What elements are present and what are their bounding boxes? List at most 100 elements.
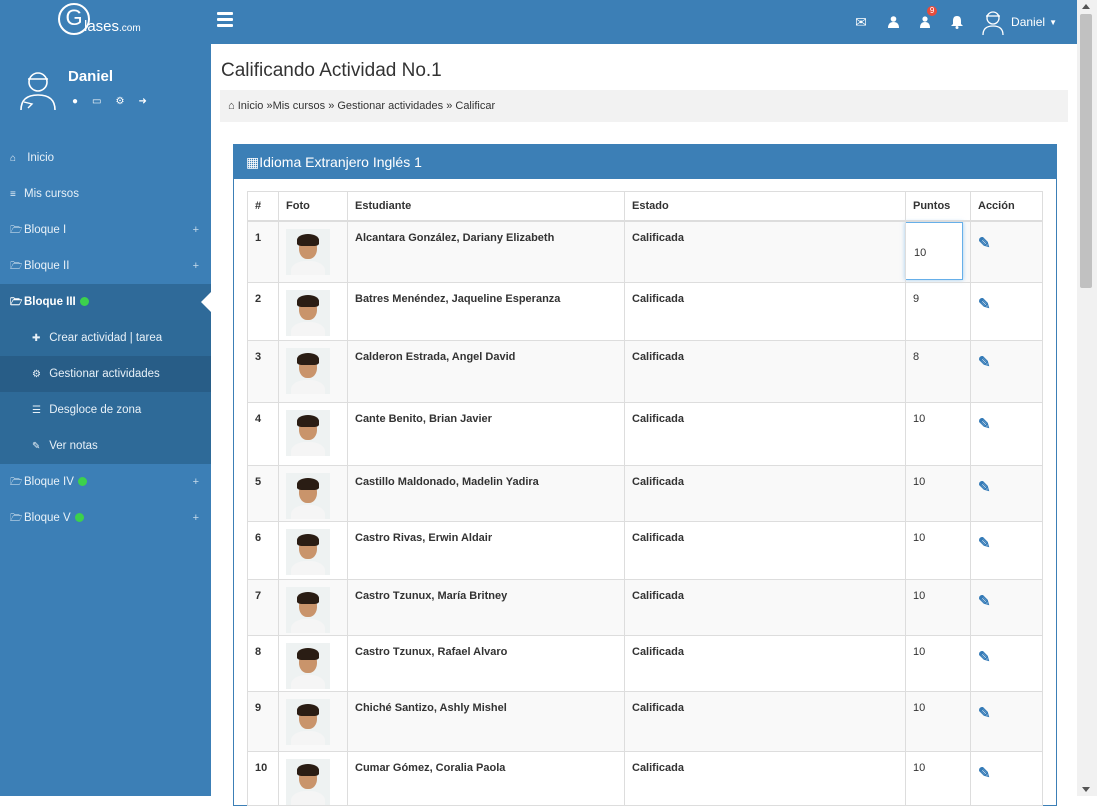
action-cell: ✎	[970, 281, 1043, 341]
points-value[interactable]: 9	[913, 293, 919, 305]
sidebar-sub-gestionar-actividades[interactable]: ⚙ Gestionar actividades	[0, 356, 211, 392]
edit-icon[interactable]: ✎	[978, 704, 991, 722]
student-photo	[286, 409, 330, 456]
edit-icon[interactable]: ✎	[978, 353, 991, 371]
sidebar-item-bloque-i[interactable]: 🗁 Bloque I +	[0, 212, 211, 248]
action-cell: ✎	[970, 750, 1043, 806]
status-text: Calificada	[624, 220, 906, 283]
scroll-thumb[interactable]	[1080, 14, 1092, 288]
points-cell: 10	[905, 578, 971, 636]
edit-icon[interactable]: ✎	[978, 295, 991, 313]
plus-icon: +	[192, 224, 199, 236]
online-dot	[77, 477, 87, 487]
photo-cell	[278, 281, 348, 341]
student-photo	[286, 289, 330, 336]
home-icon[interactable]: ⌂	[228, 100, 235, 112]
row-number: 4	[247, 401, 279, 466]
scrollbar[interactable]	[1077, 0, 1097, 796]
row-number: 1	[247, 220, 279, 283]
points-cell: 10	[905, 220, 971, 283]
scroll-down-icon[interactable]	[1082, 787, 1090, 792]
photo-cell	[278, 401, 348, 466]
sign-out-icon[interactable]: ➜	[138, 96, 146, 107]
brand-logo[interactable]: G lases.com	[0, 0, 211, 44]
row-number: 5	[247, 464, 279, 522]
sidebar-profile: Daniel ● ▭ ⚙ ➜	[0, 44, 211, 140]
points-cell: 9	[905, 281, 971, 341]
gear-icon[interactable]: ⚙	[116, 96, 125, 107]
table-row: 5 Castillo Maldonado, Madelin Yadira Calif…	[247, 464, 1043, 522]
bell-icon[interactable]	[947, 12, 967, 32]
points-value[interactable]: 10	[913, 702, 925, 714]
sidebar-sub-ver-notas[interactable]: ✎ Ver notas	[0, 428, 211, 464]
student-name: Castillo Maldonado, Madelin Yadira	[347, 464, 625, 522]
col-points: Puntos	[905, 191, 971, 222]
student-photo	[286, 347, 330, 394]
plus-icon: +	[192, 512, 199, 524]
panel-header: ▦Idioma Extranjero Inglés 1	[234, 145, 1056, 179]
sidebar-item-label: Gestionar actividades	[49, 368, 160, 380]
sidebar-item-bloque-iv[interactable]: 🗁 Bloque IV +	[0, 464, 211, 500]
sidebar-sub-crear-actividad[interactable]: ✚ Crear actividad | tarea	[0, 320, 211, 356]
photo-cell	[278, 750, 348, 806]
table-header-row: # Foto Estudiante Estado Puntos Acción	[247, 191, 1043, 222]
points-cell: 10	[905, 750, 971, 806]
users-icon[interactable]: 9	[915, 6, 938, 32]
status-text: Calificada	[624, 339, 906, 403]
scroll-up-icon[interactable]	[1082, 4, 1090, 9]
user-name: Daniel	[1011, 15, 1046, 29]
sidebar-item-bloque-iii[interactable]: 🗁 Bloque III	[0, 284, 211, 320]
points-value[interactable]: 10	[913, 476, 925, 488]
notification-badge: 9	[927, 6, 938, 16]
breadcrumb-text[interactable]: Inicio »Mis cursos » Gestionar actividad…	[238, 100, 495, 112]
student-name: Chiché Santizo, Ashly Mishel	[347, 690, 625, 752]
points-value[interactable]: 10	[913, 413, 925, 425]
col-number: #	[247, 191, 279, 222]
edit-icon[interactable]: ✎	[978, 592, 991, 610]
online-dot	[79, 297, 89, 307]
row-number: 2	[247, 281, 279, 341]
sidebar-item-bloque-v[interactable]: 🗁 Bloque V +	[0, 500, 211, 536]
menu-toggle-icon[interactable]	[217, 12, 233, 30]
points-value[interactable]: 8	[913, 351, 919, 363]
edit-icon[interactable]: ✎	[978, 764, 991, 782]
points-value[interactable]: 10	[913, 532, 925, 544]
sidebar-item-mis-cursos[interactable]: ≡ Mis cursos	[0, 176, 211, 212]
edit-icon[interactable]: ✎	[978, 648, 991, 666]
points-input[interactable]: 10	[905, 222, 963, 280]
student-name: Cumar Gómez, Coralia Paola	[347, 750, 625, 806]
user-icon[interactable]	[883, 12, 903, 32]
points-value[interactable]: 10	[913, 646, 925, 658]
points-value[interactable]: 10	[913, 762, 925, 774]
sidebar-item-inicio[interactable]: ⌂ Inicio	[0, 140, 211, 176]
action-cell: ✎	[970, 634, 1043, 692]
sidebar-item-label: Desgloce de zona	[49, 404, 142, 416]
photo-cell	[278, 578, 348, 636]
edit-icon[interactable]: ✎	[978, 415, 991, 433]
sidebar-sub-desgloce-zona[interactable]: ☰ Desgloce de zona	[0, 392, 211, 428]
student-name: Batres Menéndez, Jaqueline Esperanza	[347, 281, 625, 341]
status-text: Calificada	[624, 634, 906, 692]
student-photo	[286, 758, 330, 805]
status-text: Calificada	[624, 401, 906, 466]
sidebar-user-name: Daniel	[68, 68, 114, 85]
table-row: 10 Cumar Gómez, Coralia Paola Calificada 10…	[247, 750, 1043, 806]
table-row: 7 Castro Tzunux, María Britney Calificada 1…	[247, 578, 1043, 636]
edit-icon[interactable]: ✎	[978, 534, 991, 552]
breadcrumb: ⌂ Inicio »Mis cursos » Gestionar activid…	[220, 90, 1068, 122]
edit-icon[interactable]: ✎	[978, 478, 991, 496]
points-value[interactable]: 10	[913, 590, 925, 602]
points-cell: 10	[905, 401, 971, 466]
sidebar-item-label: Bloque III	[24, 296, 76, 308]
table-row: 3 Calderon Estrada, Angel David Calificada…	[247, 339, 1043, 403]
sidebar-item-bloque-ii[interactable]: 🗁 Bloque II +	[0, 248, 211, 284]
status-text: Calificada	[624, 281, 906, 341]
user-dropdown[interactable]: Daniel ▼	[981, 9, 1057, 35]
edit-icon[interactable]: ✎	[978, 234, 991, 252]
folder-open-icon: 🗁	[10, 513, 23, 524]
col-photo: Foto	[278, 191, 348, 222]
points-cell: 10	[905, 520, 971, 580]
user-icon[interactable]: ●	[72, 96, 78, 107]
envelope-icon[interactable]: ✉	[851, 12, 871, 32]
monitor-icon[interactable]: ▭	[92, 96, 101, 107]
